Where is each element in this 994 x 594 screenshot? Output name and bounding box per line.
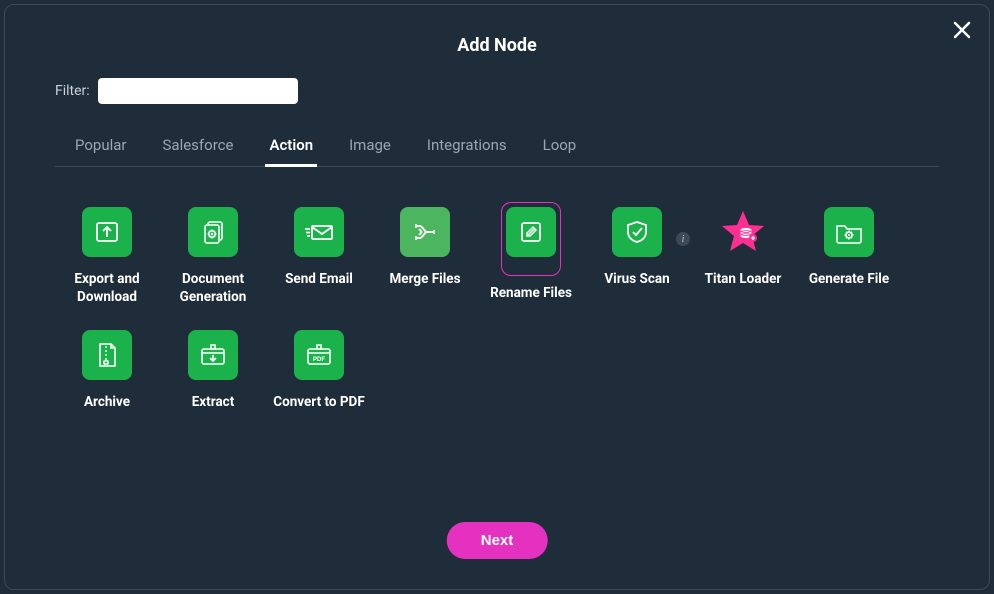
info-icon[interactable]: i [676, 232, 690, 246]
next-button[interactable]: Next [447, 522, 548, 559]
envelope-send-icon [294, 207, 344, 257]
node-export-download[interactable]: Export and Download [59, 207, 155, 306]
add-node-modal: Add Node Filter: Popular Salesforce Acti… [4, 4, 990, 590]
tab-integrations[interactable]: Integrations [423, 130, 511, 167]
merge-icon [400, 207, 450, 257]
node-generate-file[interactable]: Generate File [801, 207, 897, 306]
node-label: Virus Scan [604, 271, 669, 289]
tray-up-icon [82, 207, 132, 257]
node-convert-pdf[interactable]: PDF Convert to PDF [271, 330, 367, 412]
folder-gear-icon [824, 207, 874, 257]
node-titan-loader[interactable]: Titan Loader [695, 207, 791, 306]
node-archive[interactable]: Archive [59, 330, 155, 412]
tab-action[interactable]: Action [265, 130, 317, 167]
filter-label: Filter: [55, 83, 90, 99]
doc-gear-icon [188, 207, 238, 257]
node-virus-scan[interactable]: i Virus Scan [589, 207, 685, 306]
tab-popular[interactable]: Popular [71, 130, 131, 167]
node-rename-files[interactable]: Rename Files [483, 207, 579, 306]
node-document-generation[interactable]: Document Generation [165, 207, 261, 306]
node-extract[interactable]: Extract [165, 330, 261, 412]
pencil-square-icon [506, 207, 556, 257]
node-label: Convert to PDF [273, 394, 365, 412]
node-send-email[interactable]: Send Email [271, 207, 367, 306]
node-label: Rename Files [490, 285, 572, 303]
node-label: Export and Download [59, 271, 155, 306]
star-db-icon [718, 207, 768, 257]
shield-check-icon [612, 207, 662, 257]
extract-icon [188, 330, 238, 380]
node-merge-files[interactable]: Merge Files [377, 207, 473, 306]
node-label: Extract [192, 394, 235, 412]
tab-loop[interactable]: Loop [539, 130, 581, 167]
node-label: Titan Loader [705, 271, 782, 289]
node-label: Archive [84, 394, 130, 412]
node-label: Document Generation [165, 271, 261, 306]
svg-text:PDF: PDF [313, 357, 325, 363]
pdf-icon: PDF [294, 330, 344, 380]
node-label: Send Email [285, 271, 353, 289]
close-icon[interactable] [953, 21, 971, 39]
modal-title: Add Node [55, 35, 939, 56]
node-label: Generate File [809, 271, 889, 289]
tabs: Popular Salesforce Action Image Integrat… [55, 130, 939, 167]
tab-image[interactable]: Image [345, 130, 395, 167]
tab-salesforce[interactable]: Salesforce [159, 130, 238, 167]
filter-input[interactable] [98, 78, 298, 104]
zip-icon [82, 330, 132, 380]
filter-row: Filter: [55, 78, 939, 104]
node-grid: Export and Download Document Generation [55, 207, 939, 412]
node-label: Merge Files [389, 271, 460, 289]
